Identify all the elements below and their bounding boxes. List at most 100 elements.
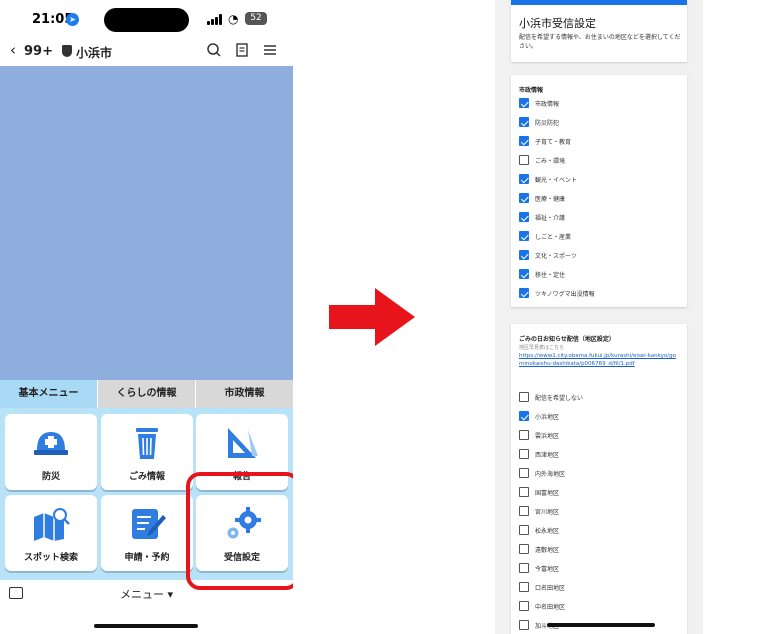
tile-label: スポット検索	[23, 553, 78, 563]
checkbox-label: 市政情報	[535, 100, 560, 108]
checkbox-unchecked[interactable]	[519, 430, 529, 440]
checkbox-row[interactable]: 今富地区	[519, 562, 559, 574]
checkbox-label: ごみ・環境	[535, 157, 566, 165]
shield-icon	[62, 45, 72, 57]
back-chevron-icon[interactable]: ‹	[10, 41, 16, 59]
tile-label: 申請・予約	[124, 553, 170, 563]
tile-disaster[interactable]: 防災	[5, 414, 97, 490]
hamburger-menu-icon[interactable]	[262, 42, 278, 58]
checkbox-checked[interactable]	[519, 98, 529, 108]
city-info-card: 市政情報 市政情報防災防犯子育て・教育ごみ・環境観光・イベント 医療・健康福祉・介…	[511, 75, 687, 307]
checkbox-unchecked[interactable]	[519, 620, 529, 630]
tile-spot-search[interactable]: スポット検索	[5, 495, 97, 571]
checkbox-checked[interactable]	[519, 212, 529, 222]
checkbox-label: 雲浜地区	[535, 432, 560, 440]
checkbox-checked[interactable]	[519, 269, 529, 279]
tab-living-info[interactable]: くらしの情報	[98, 380, 196, 408]
area-chart-note: 地区早見表はこちら	[519, 345, 565, 351]
highlight-frame	[186, 472, 293, 590]
checkbox-checked[interactable]	[519, 411, 529, 421]
checkbox-checked[interactable]	[519, 136, 529, 146]
checkbox-label: 移住・定住	[535, 271, 566, 279]
checkbox-row[interactable]: 医療・健康	[519, 192, 565, 204]
checkbox-row[interactable]: 西津地区	[519, 448, 559, 460]
city-info-heading: 市政情報	[519, 87, 544, 94]
dynamic-island	[104, 8, 189, 32]
checkbox-unchecked[interactable]	[519, 582, 529, 592]
checkbox-checked[interactable]	[519, 174, 529, 184]
checkbox-unchecked[interactable]	[519, 544, 529, 554]
home-indicator[interactable]	[94, 624, 198, 628]
checkbox-checked[interactable]	[519, 231, 529, 241]
checkbox-label: 医療・健康	[535, 195, 566, 203]
checkbox-row[interactable]: 宮川地区	[519, 505, 559, 517]
checkbox-label: 内外海地区	[535, 470, 566, 478]
tile-label: 防災	[41, 472, 60, 482]
settings-header-card: 小浜市受信設定 配信を希望する情報や、お住まいの地区などを選択してください。	[511, 0, 687, 62]
tile-garbage[interactable]: ごみ情報	[101, 414, 193, 490]
back-count[interactable]: 99+	[24, 44, 53, 59]
checkbox-row[interactable]: しごと・産業	[519, 230, 571, 242]
checkbox-unchecked[interactable]	[519, 449, 529, 459]
checkbox-checked[interactable]	[519, 117, 529, 127]
checkbox-row[interactable]: 配信を希望しない	[519, 391, 583, 403]
helmet-icon	[34, 432, 68, 455]
checkbox-label: 西津地区	[535, 451, 560, 459]
checkbox-label: 松永地区	[535, 527, 560, 535]
checkbox-row[interactable]: ツキノワグマ出没情報	[519, 287, 595, 299]
tile-application[interactable]: 申請・予約	[101, 495, 193, 571]
checkbox-row[interactable]: 文化・スポーツ	[519, 249, 577, 261]
checkbox-row[interactable]: ごみ・環境	[519, 154, 565, 166]
checkbox-unchecked[interactable]	[519, 601, 529, 611]
checkbox-label: 今富地区	[535, 565, 560, 573]
page-description: 配信を希望する情報や、お住まいの地区などを選択してください。	[519, 34, 681, 50]
checkbox-label: 配信を希望しない	[535, 394, 584, 402]
checkbox-unchecked[interactable]	[519, 392, 529, 402]
checkbox-label: 防災防犯	[535, 119, 560, 127]
tab-city-info[interactable]: 市政情報	[196, 380, 293, 408]
checkbox-row[interactable]: 小浜地区	[519, 410, 559, 422]
checkbox-row[interactable]: 移住・定住	[519, 268, 565, 280]
checkbox-label: 文化・スポーツ	[535, 252, 577, 260]
checkbox-row[interactable]: 松永地区	[519, 524, 559, 536]
checkbox-unchecked[interactable]	[519, 155, 529, 165]
checkbox-checked[interactable]	[519, 250, 529, 260]
home-indicator[interactable]	[547, 623, 655, 627]
garbage-card: ごみの日お知らせ配信（地区設定） 地区早見表はこちら https://www1.…	[511, 324, 687, 634]
checkbox-checked[interactable]	[519, 193, 529, 203]
map-search-icon	[34, 508, 70, 541]
triangle-ruler-icon	[228, 428, 258, 458]
location-arrow-icon: ➤	[66, 13, 79, 26]
checkbox-unchecked[interactable]	[519, 563, 529, 573]
city-name: 小浜市	[76, 46, 113, 60]
checkbox-row[interactable]: 防災防犯	[519, 116, 559, 128]
form-pen-icon	[132, 509, 166, 539]
checkbox-label: 国富地区	[535, 489, 560, 497]
checkbox-checked[interactable]	[519, 288, 529, 298]
red-arrow-icon	[329, 288, 415, 346]
checkbox-row[interactable]: 中名田地区	[519, 600, 565, 612]
checkbox-row[interactable]: 遠敷地区	[519, 543, 559, 555]
checkbox-row[interactable]: 国富地区	[519, 486, 559, 498]
area-chart-link[interactable]: https://www1.city.obama.fukui.jp/kurashi…	[519, 352, 679, 368]
checkbox-row[interactable]: 内外海地区	[519, 467, 565, 479]
wifi-icon: ◔	[228, 12, 239, 26]
checkbox-label: 観光・イベント	[535, 176, 578, 184]
checkbox-row[interactable]: 市政情報	[519, 97, 559, 109]
document-icon[interactable]	[234, 42, 250, 58]
trash-icon	[136, 428, 158, 459]
checkbox-row[interactable]: 福祉・介護	[519, 211, 565, 223]
checkbox-unchecked[interactable]	[519, 506, 529, 516]
map-area[interactable]	[0, 66, 293, 380]
checkbox-row[interactable]: 口名田地区	[519, 581, 565, 593]
search-history-icon[interactable]	[206, 42, 222, 58]
tab-basic-menu[interactable]: 基本メニュー	[0, 380, 98, 408]
checkbox-row[interactable]: 観光・イベント	[519, 173, 577, 185]
checkbox-row[interactable]: 雲浜地区	[519, 429, 559, 441]
checkbox-unchecked[interactable]	[519, 487, 529, 497]
checkbox-unchecked[interactable]	[519, 525, 529, 535]
checkbox-row[interactable]: 子育て・教育	[519, 135, 571, 147]
checkbox-label: しごと・産業	[535, 233, 572, 241]
checkbox-unchecked[interactable]	[519, 468, 529, 478]
battery-indicator: 52	[245, 12, 267, 25]
